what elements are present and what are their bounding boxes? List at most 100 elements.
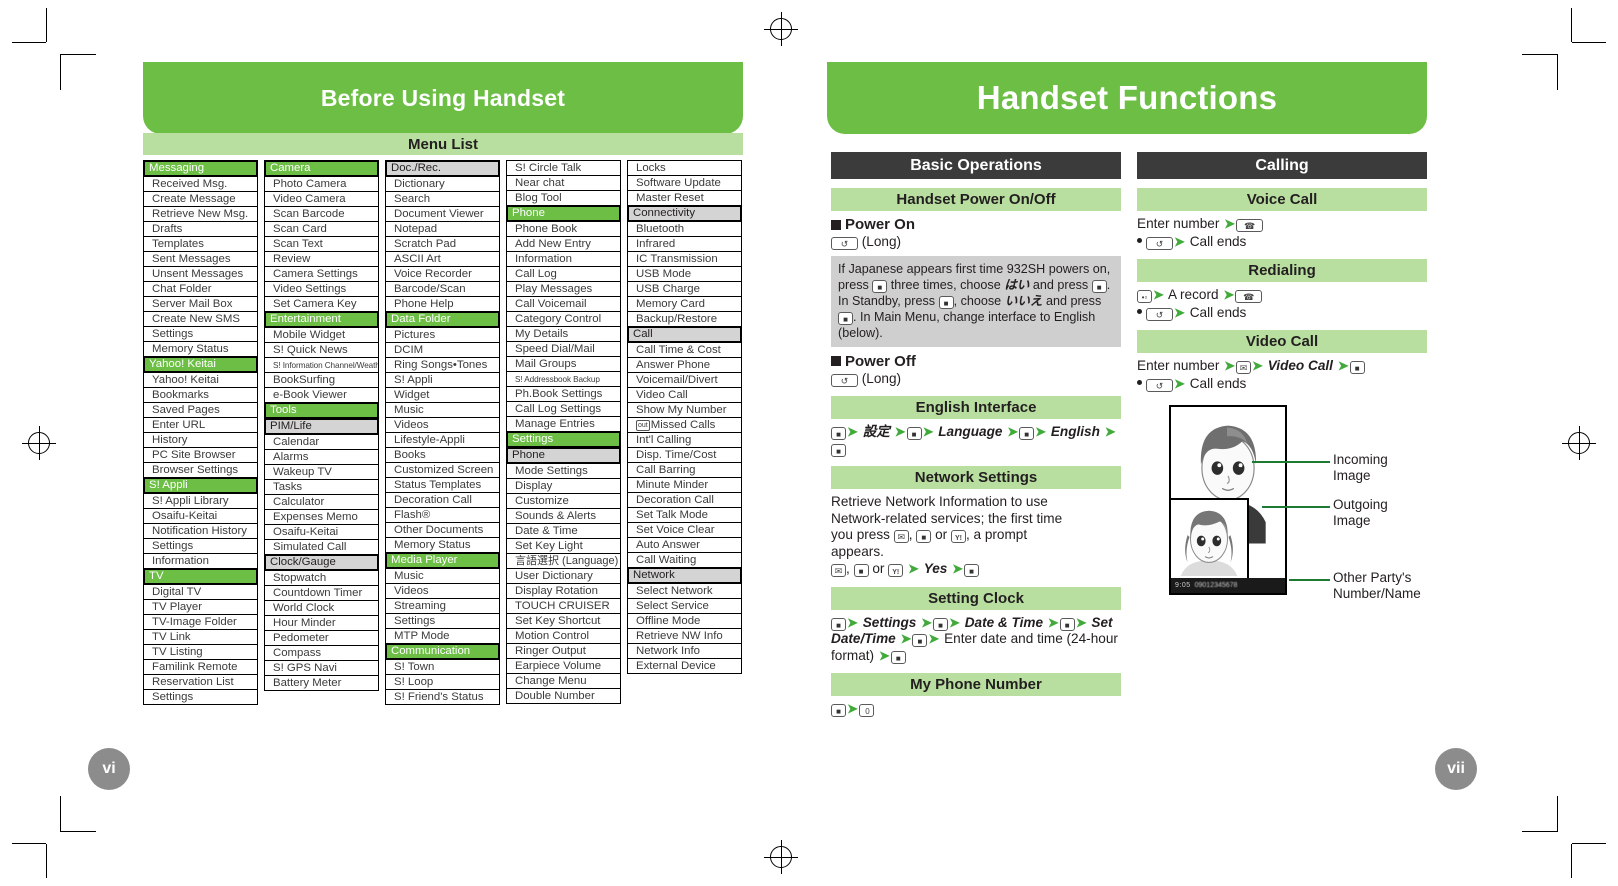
menu-item[interactable]: ASCII Art — [385, 251, 500, 267]
menu-group-header[interactable]: Yahoo! Keitai — [143, 356, 258, 373]
menu-item[interactable]: Hour Minder — [264, 615, 379, 631]
menu-item[interactable]: Play Messages — [506, 281, 621, 297]
menu-item[interactable]: Information — [143, 553, 258, 569]
menu-item[interactable]: External Device — [627, 658, 742, 674]
menu-item[interactable]: Locks — [627, 160, 742, 176]
menu-item[interactable]: Auto Answer — [627, 537, 742, 553]
menu-item[interactable]: Set Key Light — [506, 538, 621, 554]
menu-item[interactable]: Call Log — [506, 266, 621, 282]
menu-group-header[interactable]: Communication — [385, 643, 500, 660]
menu-item[interactable]: TV Player — [143, 599, 258, 615]
menu-item[interactable]: Scan Text — [264, 236, 379, 252]
menu-item[interactable]: MTP Mode — [385, 628, 500, 644]
menu-item[interactable]: Flash® — [385, 507, 500, 523]
menu-item[interactable]: Enter URL — [143, 417, 258, 433]
menu-item[interactable]: Offline Mode — [627, 613, 742, 629]
menu-group-header[interactable]: Phone — [506, 205, 621, 222]
menu-item[interactable]: Compass — [264, 645, 379, 661]
menu-item[interactable]: PC Site Browser — [143, 447, 258, 463]
menu-item[interactable]: Calendar — [264, 434, 379, 450]
menu-item[interactable]: Show My Number — [627, 402, 742, 418]
menu-item[interactable]: Memory Card — [627, 296, 742, 312]
menu-item[interactable]: Notepad — [385, 221, 500, 237]
menu-item[interactable]: Bluetooth — [627, 221, 742, 237]
menu-group-header[interactable]: Doc./Rec. — [385, 160, 500, 177]
menu-item[interactable]: Video Camera — [264, 191, 379, 207]
menu-item[interactable]: Call Barring — [627, 462, 742, 478]
menu-item[interactable]: S! Loop — [385, 674, 500, 690]
menu-item[interactable]: Received Msg. — [143, 176, 258, 192]
menu-item[interactable]: Mail Groups — [506, 356, 621, 372]
menu-item[interactable]: Customized Screen — [385, 462, 500, 478]
menu-item[interactable]: S! Appli — [385, 372, 500, 388]
menu-item[interactable]: Retrieve NW Info — [627, 628, 742, 644]
menu-group-header[interactable]: S! Appli — [143, 477, 258, 494]
menu-group-header[interactable]: TV — [143, 568, 258, 585]
menu-item[interactable]: Stopwatch — [264, 570, 379, 586]
menu-item[interactable]: Pedometer — [264, 630, 379, 646]
menu-item[interactable]: My Details — [506, 326, 621, 342]
menu-item[interactable]: out Missed Calls — [627, 417, 742, 433]
menu-item[interactable]: Review — [264, 251, 379, 267]
menu-item[interactable]: Sent Messages — [143, 251, 258, 267]
menu-group-header[interactable]: PIM/Life — [264, 418, 379, 435]
menu-item[interactable]: Date & Time — [506, 523, 621, 539]
menu-item[interactable]: Music — [385, 568, 500, 584]
menu-item[interactable]: Disp. Time/Cost — [627, 447, 742, 463]
menu-item[interactable]: IC Transmission — [627, 251, 742, 267]
menu-item[interactable]: Settings — [385, 613, 500, 629]
menu-item[interactable]: S! Addressbook Backup — [506, 371, 621, 387]
menu-item[interactable]: History — [143, 432, 258, 448]
menu-item[interactable]: S! Appli Library — [143, 493, 258, 509]
menu-item[interactable]: Videos — [385, 417, 500, 433]
menu-group-header[interactable]: Messaging — [143, 160, 258, 177]
menu-item[interactable]: Ph.Book Settings — [506, 386, 621, 402]
menu-item[interactable]: Countdown Timer — [264, 585, 379, 601]
menu-item[interactable]: Create New SMS — [143, 311, 258, 327]
menu-item[interactable]: Digital TV — [143, 584, 258, 600]
menu-item[interactable]: e-Book Viewer — [264, 387, 379, 403]
menu-item[interactable]: S! GPS Navi — [264, 660, 379, 676]
menu-item[interactable]: Manage Entries — [506, 416, 621, 432]
menu-item[interactable]: Scan Barcode — [264, 206, 379, 222]
menu-item[interactable]: Voice Recorder — [385, 266, 500, 282]
menu-item[interactable]: Templates — [143, 236, 258, 252]
menu-item[interactable]: User Dictionary — [506, 568, 621, 584]
menu-item[interactable]: Reservation List — [143, 674, 258, 690]
menu-item[interactable]: Memory Status — [385, 537, 500, 553]
menu-item[interactable]: Create Message — [143, 191, 258, 207]
menu-item[interactable]: Add New Entry — [506, 236, 621, 252]
menu-item[interactable]: Chat Folder — [143, 281, 258, 297]
menu-item[interactable]: Bookmarks — [143, 387, 258, 403]
menu-item[interactable]: Software Update — [627, 175, 742, 191]
menu-item[interactable]: Memory Status — [143, 341, 258, 357]
menu-item[interactable]: Photo Camera — [264, 176, 379, 192]
menu-item[interactable]: Wakeup TV — [264, 464, 379, 480]
menu-item[interactable]: Sounds & Alerts — [506, 508, 621, 524]
menu-item[interactable]: Tasks — [264, 479, 379, 495]
menu-item[interactable]: Music — [385, 402, 500, 418]
menu-item[interactable]: Other Documents — [385, 522, 500, 538]
menu-item[interactable]: Call Voicemail — [506, 296, 621, 312]
menu-item[interactable]: Int'l Calling — [627, 432, 742, 448]
menu-item[interactable]: Select Network — [627, 583, 742, 599]
menu-group-header[interactable]: Data Folder — [385, 311, 500, 328]
menu-item[interactable]: Display Rotation — [506, 583, 621, 599]
menu-item[interactable]: S! Circle Talk — [506, 160, 621, 176]
menu-item[interactable]: Notification History — [143, 523, 258, 539]
menu-item[interactable]: Master Reset — [627, 190, 742, 206]
menu-group-header[interactable]: Entertainment — [264, 311, 379, 328]
menu-item[interactable]: Display — [506, 478, 621, 494]
menu-item[interactable]: Customize — [506, 493, 621, 509]
menu-item[interactable]: Books — [385, 447, 500, 463]
menu-item[interactable]: Document Viewer — [385, 206, 500, 222]
menu-item[interactable]: TV-Image Folder — [143, 614, 258, 630]
menu-group-header[interactable]: Call — [627, 326, 742, 343]
menu-group-header[interactable]: Settings — [506, 431, 621, 448]
menu-item[interactable]: Widget — [385, 387, 500, 403]
menu-item[interactable]: Alarms — [264, 449, 379, 465]
menu-item[interactable]: S! Information Channel/Weather — [264, 357, 379, 373]
menu-item[interactable]: Drafts — [143, 221, 258, 237]
menu-item[interactable]: Speed Dial/Mail — [506, 341, 621, 357]
menu-item[interactable]: Ringer Output — [506, 643, 621, 659]
